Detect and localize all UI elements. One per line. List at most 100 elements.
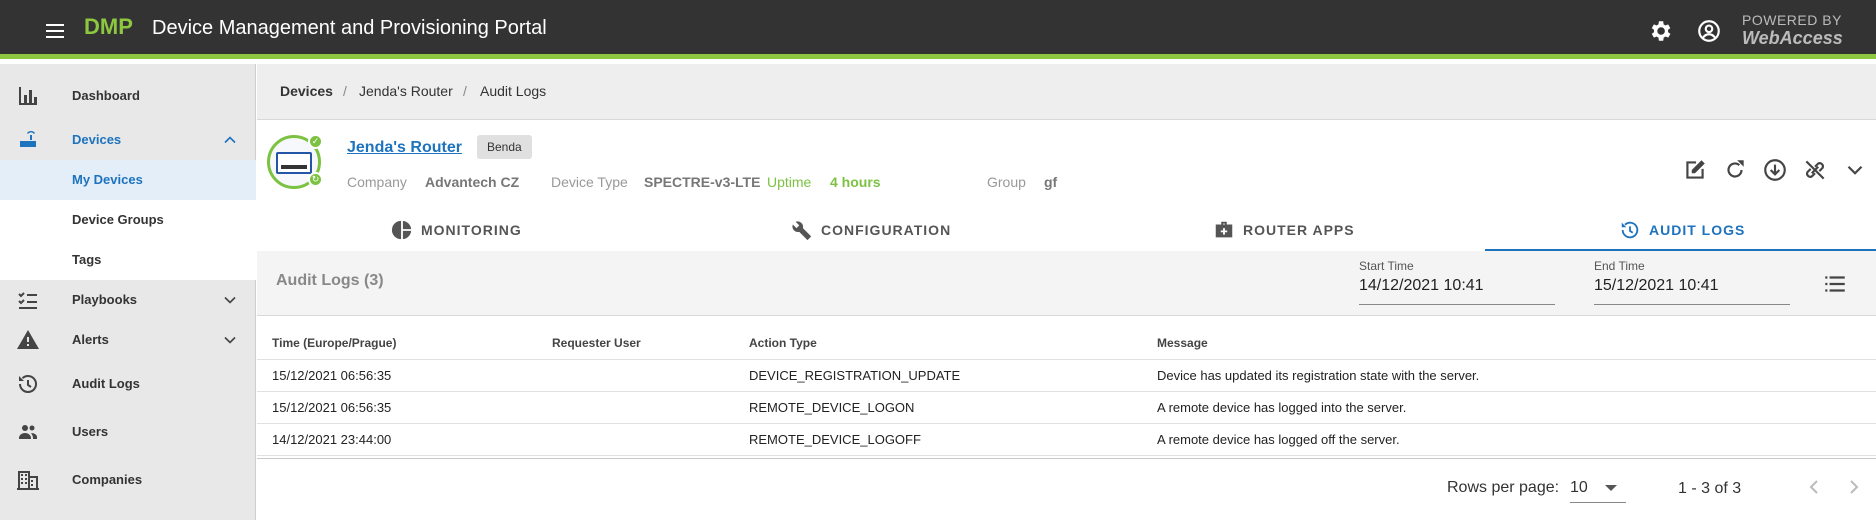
column-header-message[interactable]: Message (1157, 336, 1208, 350)
breadcrumb-separator: / (343, 83, 347, 99)
column-header-requester[interactable]: Requester User (552, 336, 641, 350)
sync-icon: ↻ (308, 172, 323, 187)
breadcrumb-devices[interactable]: Devices (280, 83, 333, 99)
group-label: Group (987, 174, 1026, 190)
breadcrumb-current: Audit Logs (480, 83, 547, 99)
breadcrumb-separator: / (463, 83, 467, 99)
warning-icon (17, 330, 39, 349)
uptime-value: 4 hours (830, 174, 881, 190)
download-icon[interactable] (1762, 157, 1788, 183)
end-time-label: End Time (1594, 259, 1645, 273)
audit-logs-header: Audit Logs (3) Start Time 14/12/2021 10:… (257, 251, 1876, 316)
cell-action: REMOTE_DEVICE_LOGON (749, 400, 915, 415)
device-header: ✓ ↻ Jenda's Router Benda Company Advante… (257, 121, 1876, 209)
table-row[interactable]: 15/12/2021 06:56:35 REMOTE_DEVICE_LOGON … (257, 392, 1876, 424)
checklist-icon (18, 292, 37, 309)
rows-per-page-value: 10 (1570, 479, 1588, 496)
tab-configuration[interactable]: CONFIGURATION (661, 209, 1065, 251)
sidebar-subitem-label: My Devices (72, 172, 143, 187)
sidebar-item-devices[interactable]: Devices (0, 120, 256, 160)
device-tag-chip[interactable]: Benda (477, 135, 532, 159)
tab-monitoring[interactable]: MONITORING (257, 209, 661, 251)
tab-router-apps[interactable]: ROUTER APPS (1065, 209, 1469, 251)
table-row[interactable]: 14/12/2021 23:44:00 REMOTE_DEVICE_LOGOFF… (257, 424, 1876, 456)
gear-icon[interactable] (1647, 18, 1673, 44)
sidebar-item-label: Users (72, 424, 109, 439)
audit-logs-title: Audit Logs (3) (276, 272, 384, 289)
sidebar-item-label: Audit Logs (72, 376, 140, 391)
chevron-down-icon[interactable] (220, 330, 240, 350)
table-row[interactable]: 15/12/2021 06:56:35 DEVICE_REGISTRATION_… (257, 360, 1876, 392)
sidebar-item-label: Companies (72, 472, 143, 487)
sidebar-item-companies[interactable]: Companies (0, 460, 256, 500)
online-check-icon: ✓ (308, 134, 323, 149)
chevron-right-icon[interactable] (1842, 475, 1866, 499)
sidebar-item-my-devices[interactable]: My Devices (0, 160, 256, 200)
powered-by-text: POWERED BY (1742, 12, 1842, 28)
rows-per-page-select[interactable]: 10 (1570, 471, 1626, 503)
cell-message: A remote device has logged off the serve… (1157, 432, 1400, 447)
sidebar-item-label: Devices (72, 132, 122, 147)
cell-time: 15/12/2021 06:56:35 (272, 400, 392, 415)
account-circle-icon[interactable] (1696, 18, 1722, 44)
breadcrumb-device[interactable]: Jenda's Router (359, 83, 453, 99)
pagination-range: 1 - 3 of 3 (1678, 480, 1742, 497)
uptime-label: Uptime (767, 174, 812, 190)
table-header: Time (Europe/Prague) Requester User Acti… (257, 328, 1876, 360)
end-time-value[interactable]: 15/12/2021 10:41 (1594, 277, 1719, 295)
sidebar-item-audit-logs[interactable]: Audit Logs (0, 364, 256, 404)
device-tabs: MONITORING CONFIGURATION ROUTER APPS AUD… (257, 209, 1876, 251)
sidebar-item-alerts[interactable]: Alerts (0, 320, 256, 360)
sidebar-item-label: Playbooks (72, 292, 138, 307)
sidebar-item-users[interactable]: Users (0, 412, 256, 452)
tab-label: ROUTER APPS (1243, 222, 1355, 238)
sidebar: Dashboard Devices My Devices Device Grou… (0, 64, 256, 520)
cell-time: 15/12/2021 06:56:35 (272, 368, 392, 383)
sidebar-item-playbooks[interactable]: Playbooks (0, 280, 256, 320)
start-time-field[interactable]: Start Time 14/12/2021 10:41 (1359, 259, 1555, 305)
table-pagination: Rows per page: 10 1 - 3 of 3 (257, 458, 1876, 520)
dropdown-arrow-icon (1605, 485, 1617, 491)
column-header-time[interactable]: Time (Europe/Prague) (272, 336, 396, 350)
cell-message: A remote device has logged into the serv… (1157, 400, 1407, 415)
app-logo: DMP (84, 14, 133, 39)
hamburger-menu-icon[interactable] (42, 18, 68, 44)
sidebar-item-dashboard[interactable]: Dashboard (0, 76, 256, 116)
chevron-left-icon[interactable] (1802, 475, 1826, 499)
pie-chart-icon (391, 220, 412, 240)
sidebar-subitem-label: Tags (72, 252, 102, 267)
history-icon (1621, 221, 1639, 239)
powered-by-logo: POWERED BY WebAccess (1742, 12, 1843, 48)
history-icon (19, 375, 37, 393)
sidebar-item-label: Dashboard (72, 88, 140, 103)
tab-label: AUDIT LOGS (1649, 222, 1746, 238)
cell-time: 14/12/2021 23:44:00 (272, 432, 392, 447)
briefcase-plus-icon (1215, 221, 1233, 238)
tab-label: CONFIGURATION (821, 222, 952, 238)
column-header-action[interactable]: Action Type (749, 336, 817, 350)
edit-icon[interactable] (1682, 157, 1708, 183)
tab-audit-logs[interactable]: AUDIT LOGS (1485, 209, 1876, 251)
list-view-icon[interactable] (1822, 271, 1848, 297)
refresh-icon[interactable] (1722, 157, 1748, 183)
device-name-link[interactable]: Jenda's Router (347, 139, 462, 157)
tab-label: MONITORING (421, 222, 522, 238)
end-time-field[interactable]: End Time 15/12/2021 10:41 (1594, 259, 1790, 305)
sidebar-item-device-groups[interactable]: Device Groups (0, 200, 256, 240)
router-icon (20, 131, 36, 147)
start-time-value[interactable]: 14/12/2021 10:41 (1359, 277, 1484, 295)
sidebar-item-tags[interactable]: Tags (0, 240, 256, 280)
company-label: Company (347, 174, 407, 190)
expand-more-icon[interactable] (1842, 157, 1868, 183)
device-avatar: ✓ ↻ (267, 134, 323, 189)
chevron-up-icon[interactable] (220, 130, 240, 150)
device-type-value: SPECTRE-v3-LTE (644, 174, 761, 190)
chevron-down-icon[interactable] (220, 290, 240, 310)
webaccess-text: WebAccess (1742, 28, 1843, 48)
sidebar-subitem-label: Device Groups (72, 212, 164, 227)
wrench-icon (792, 221, 812, 241)
users-icon (19, 425, 37, 439)
link-off-icon[interactable] (1802, 157, 1828, 183)
bar-chart-icon (19, 87, 37, 105)
group-value: gf (1044, 174, 1058, 190)
